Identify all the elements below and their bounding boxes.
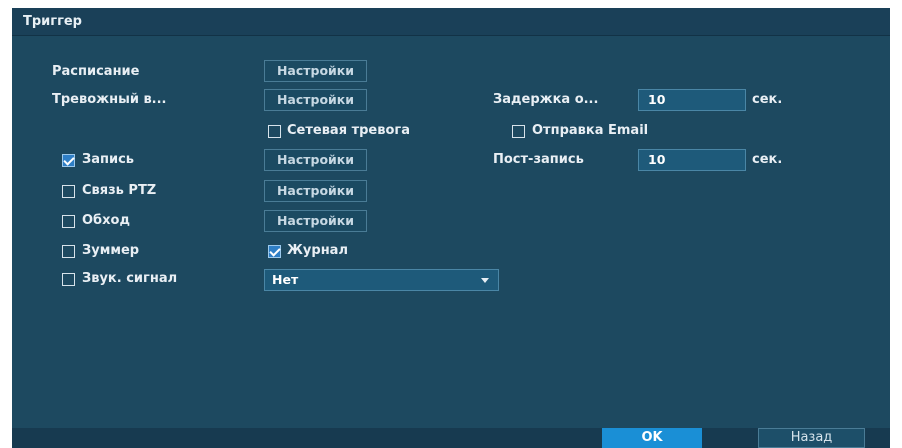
sound-label: Звук. сигнал [82,271,178,286]
network-alarm-checkbox[interactable] [268,125,281,138]
buzzer-checkbox[interactable] [62,245,75,258]
send-email-checkbox[interactable] [512,125,525,138]
post-record-input[interactable]: 10 [638,149,746,171]
sound-select-value: Нет [272,272,299,287]
ok-button[interactable]: OK [602,428,702,448]
alarm-input-label: Тревожный в... [52,92,167,107]
tour-checkbox[interactable] [62,215,75,228]
record-checkbox[interactable] [62,154,75,167]
log-label: Журнал [287,243,348,258]
buzzer-label: Зуммер [82,243,140,258]
dialog-title: Триггер [23,14,82,29]
sound-checkbox[interactable] [62,273,75,286]
ptz-checkbox[interactable] [62,185,75,198]
post-record-unit: сек. [752,152,783,167]
titlebar: Триггер [12,8,890,36]
ptz-label: Связь PTZ [82,183,157,198]
schedule-settings-button[interactable]: Настройки [264,60,367,82]
chevron-down-icon [481,278,489,283]
ptz-settings-button[interactable]: Настройки [264,180,367,202]
delay-unit: сек. [752,92,783,107]
delay-label: Задержка о... [493,92,599,107]
send-email-label: Отправка Email [532,123,649,138]
alarm-input-settings-button[interactable]: Настройки [264,89,367,111]
post-record-label: Пост-запись [493,152,584,167]
back-button[interactable]: Назад [758,428,865,448]
network-alarm-label: Сетевая тревога [287,123,410,138]
tour-settings-button[interactable]: Настройки [264,210,367,232]
tour-label: Обход [82,213,130,228]
sound-select[interactable]: Нет [264,269,499,291]
schedule-label: Расписание [52,64,140,79]
record-label: Запись [82,152,135,167]
record-settings-button[interactable]: Настройки [264,149,367,171]
trigger-dialog: Триггер Расписание Настройки Тревожный в… [12,8,890,448]
log-checkbox[interactable] [268,245,281,258]
delay-input[interactable]: 10 [638,89,746,111]
